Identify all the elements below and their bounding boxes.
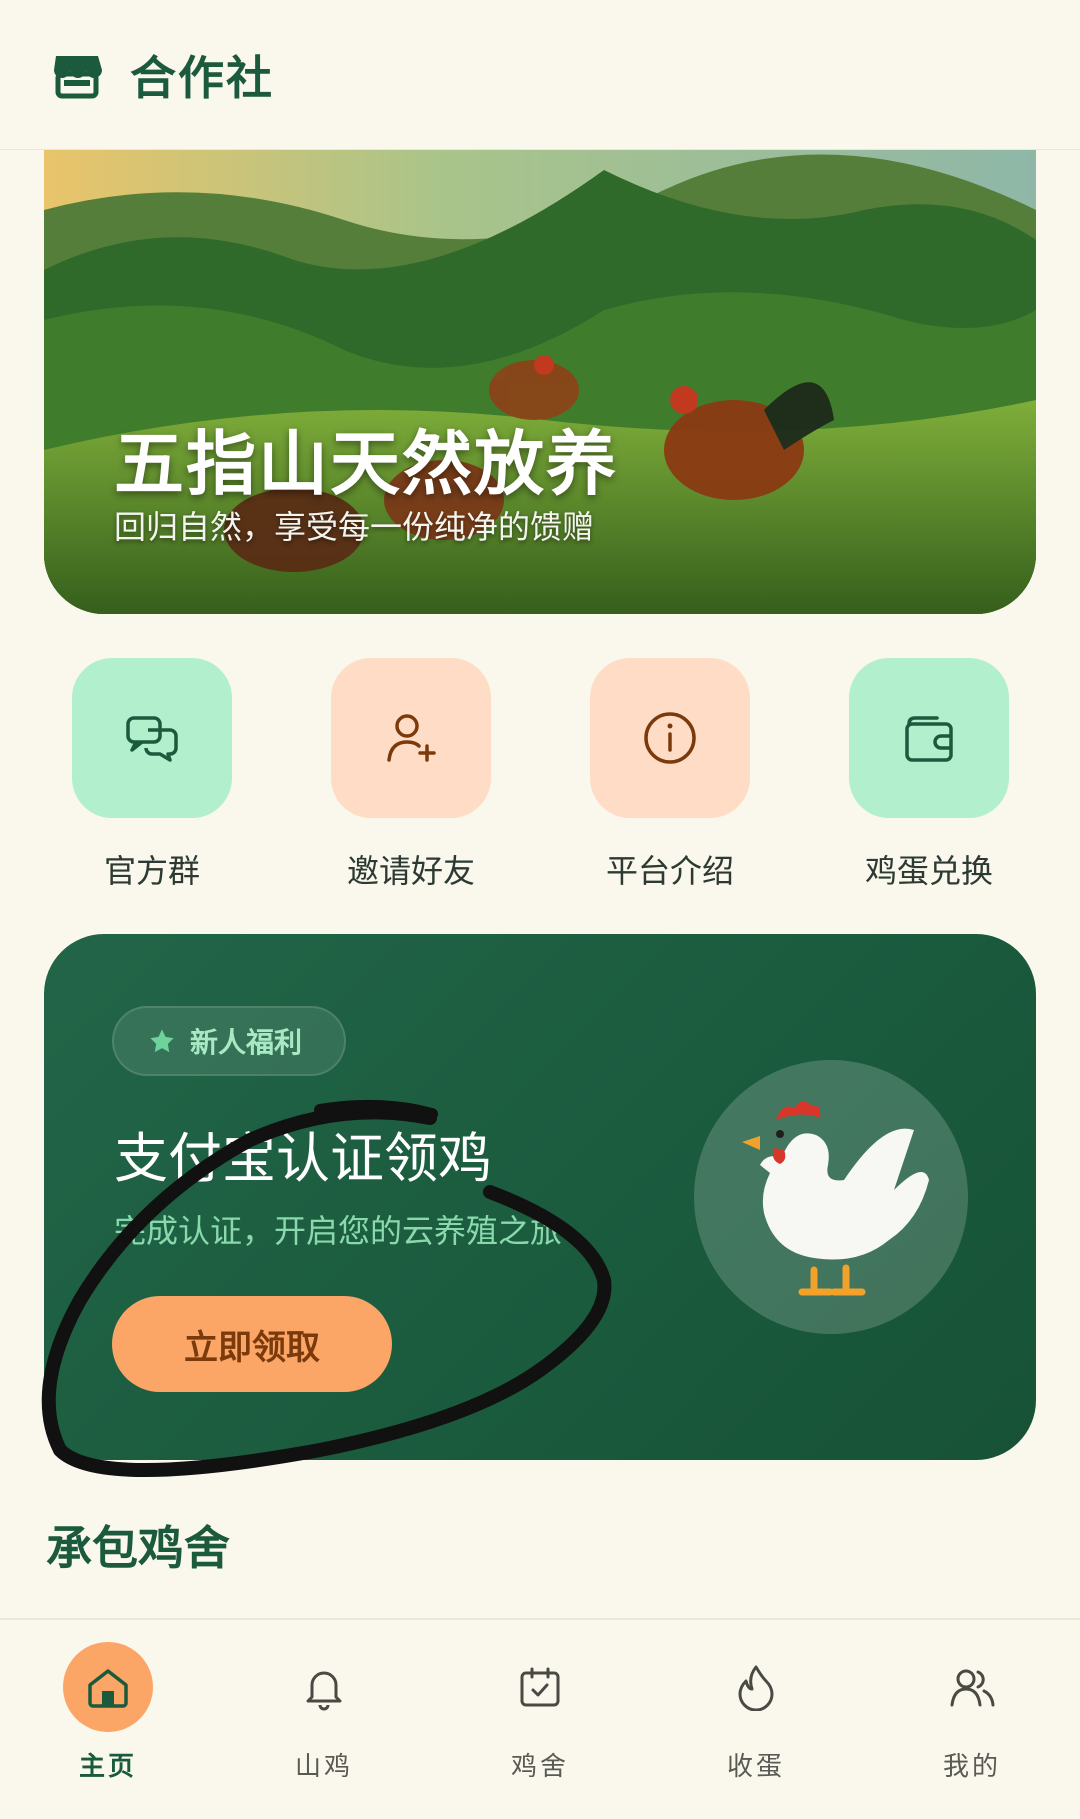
- info-icon: [644, 712, 696, 764]
- action-icon-box[interactable]: [590, 658, 750, 818]
- users-icon: [950, 1669, 995, 1707]
- action-icon-box[interactable]: [849, 658, 1009, 818]
- wallet-icon: [905, 716, 953, 762]
- quick-actions: 官方群 邀请好友 平台介绍 鸡蛋兑换: [0, 658, 1080, 898]
- hero-banner[interactable]: 五指山天然放养 回归自然，享受每一份纯净的馈赠: [44, 150, 1036, 614]
- add-user-icon: [387, 714, 436, 762]
- action-icon-box[interactable]: [72, 658, 232, 818]
- section-title: 承包鸡舍: [46, 1521, 230, 1575]
- bell-icon: [306, 1671, 342, 1711]
- nav-icon-wrap[interactable]: [279, 1642, 369, 1732]
- top-header: 合作社: [0, 0, 1080, 150]
- nav-label: 鸡舍: [510, 1752, 569, 1782]
- action-label: 平台介绍: [605, 852, 734, 890]
- nav-pheasant[interactable]: 山鸡: [234, 1642, 414, 1783]
- banner-subtitle: 回归自然，享受每一份纯净的馈赠: [114, 508, 595, 546]
- nav-label: 我的: [942, 1752, 1001, 1782]
- app-root: 合作社 五指山天然放养 回归自然，享受每一份纯净的馈赠 官方群 邀请好友 平台介…: [0, 0, 1080, 1819]
- app-title: 合作社: [130, 50, 274, 105]
- nav-coop[interactable]: 鸡舍: [450, 1642, 630, 1783]
- bottom-navigation: 主页 山鸡 鸡舍 收蛋 我的: [0, 1618, 1080, 1800]
- nav-icon-wrap[interactable]: [495, 1642, 585, 1732]
- action-platform-intro[interactable]: 平台介绍: [570, 658, 770, 892]
- nav-label: 主页: [78, 1752, 137, 1782]
- action-label: 鸡蛋兑换: [864, 852, 993, 890]
- nav-icon-wrap[interactable]: [63, 1642, 153, 1732]
- newbie-benefit-badge: 新人福利: [112, 1006, 346, 1076]
- flame-icon: [738, 1665, 774, 1711]
- action-egg-exchange[interactable]: 鸡蛋兑换: [829, 658, 1029, 892]
- chicken-icon: [742, 1101, 929, 1296]
- badge-label: 新人福利: [190, 1026, 303, 1059]
- store-icon: [54, 55, 102, 98]
- claim-now-button[interactable]: 立即领取: [112, 1296, 392, 1392]
- chicken-illustration-circle: [694, 1060, 968, 1334]
- action-label: 官方群: [103, 852, 200, 890]
- action-invite-friends[interactable]: 邀请好友: [311, 658, 511, 892]
- nav-home[interactable]: 主页: [18, 1642, 198, 1783]
- action-label: 邀请好友: [346, 852, 475, 890]
- promo-subtitle: 完成认证，开启您的云养殖之旅: [114, 1212, 563, 1250]
- action-official-group[interactable]: 官方群: [52, 658, 252, 892]
- nav-icon-wrap[interactable]: [711, 1642, 801, 1732]
- promo-title: 支付宝认证领鸡: [114, 1127, 492, 1190]
- nav-label: 收蛋: [726, 1752, 785, 1782]
- nav-label: 山鸡: [294, 1752, 353, 1782]
- home-icon: [88, 1669, 128, 1708]
- chat-bubbles-icon: [126, 716, 178, 762]
- banner-title: 五指山天然放养: [114, 423, 618, 505]
- nav-collect-eggs[interactable]: 收蛋: [666, 1642, 846, 1783]
- newbie-promo-card: 新人福利 支付宝认证领鸡 完成认证，开启您的云养殖之旅 立即领取: [44, 934, 1036, 1460]
- nav-icon-wrap[interactable]: [927, 1642, 1017, 1732]
- star-icon: [150, 1029, 174, 1053]
- nav-me[interactable]: 我的: [882, 1642, 1062, 1783]
- action-icon-box[interactable]: [331, 658, 491, 818]
- bottom-safe-area: [0, 1800, 1080, 1819]
- calendar-check-icon: [520, 1667, 560, 1707]
